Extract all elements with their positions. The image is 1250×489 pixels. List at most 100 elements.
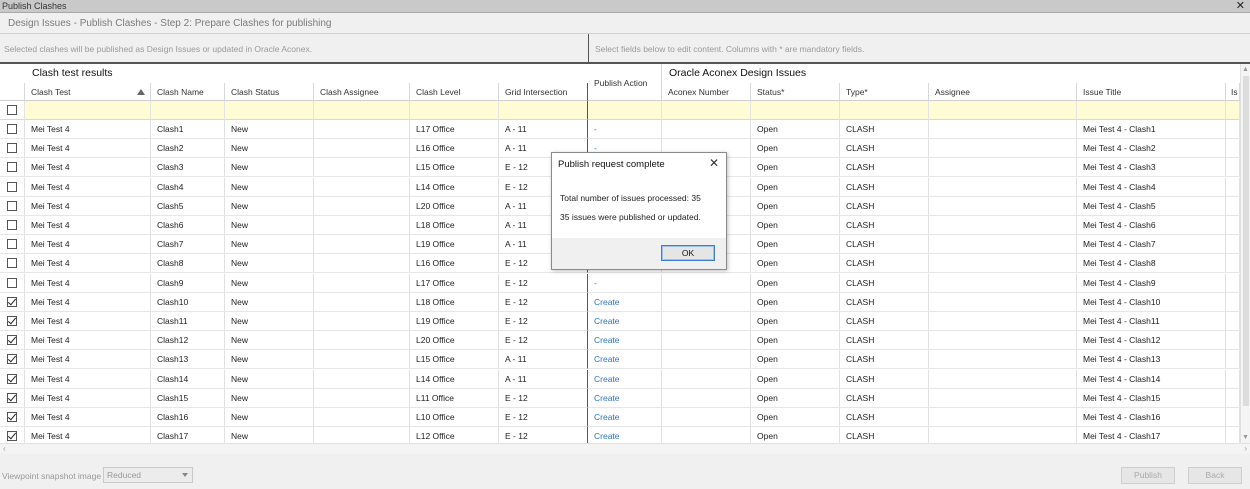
cell-checkbox xyxy=(0,408,25,427)
cell-publish-action[interactable]: Create xyxy=(588,292,662,312)
horizontal-scrollbar[interactable]: ‹ › xyxy=(0,443,1250,454)
cell-extra xyxy=(1226,158,1240,178)
column-header-status[interactable]: Status* xyxy=(751,83,840,101)
filter-cell[interactable] xyxy=(1226,101,1240,120)
vertical-scrollbar[interactable]: ▲ ▼ xyxy=(1240,64,1250,443)
publish-button[interactable]: Publish xyxy=(1121,467,1175,484)
cell-publish-action[interactable]: Create xyxy=(588,312,662,331)
filter-cell[interactable] xyxy=(151,101,225,120)
cell-issue-title: Mei Test 4 - Clash2 xyxy=(1077,139,1226,159)
cell-status: Open xyxy=(751,273,840,293)
cell-clash-assignee xyxy=(314,158,410,178)
cell-status: Open xyxy=(751,408,840,427)
cell-publish-action[interactable]: - xyxy=(588,273,662,293)
column-header-grid-intersection[interactable]: Grid Intersection xyxy=(499,83,588,101)
column-header-type[interactable]: Type* xyxy=(840,83,929,101)
row-checkbox[interactable] xyxy=(7,200,17,211)
row-checkbox-checked[interactable] xyxy=(7,354,17,365)
cell-clash-status: New xyxy=(225,196,314,216)
row-checkbox-checked[interactable] xyxy=(7,412,17,422)
column-header-clash-status[interactable]: Clash Status xyxy=(225,83,314,101)
scroll-right-icon[interactable]: › xyxy=(1244,444,1247,453)
row-checkbox-checked[interactable] xyxy=(7,335,17,346)
row-checkbox[interactable] xyxy=(7,181,17,192)
row-checkbox[interactable] xyxy=(7,124,17,134)
column-header-clash-name[interactable]: Clash Name xyxy=(151,83,225,101)
scroll-left-icon[interactable]: ‹ xyxy=(3,444,6,453)
filter-cell[interactable] xyxy=(25,101,151,120)
column-header-clash-assignee[interactable]: Clash Assignee xyxy=(314,83,410,101)
row-checkbox-checked[interactable] xyxy=(7,392,17,403)
cell-clash-name: Clash9 xyxy=(151,273,225,293)
column-header-clash-test[interactable]: Clash Test xyxy=(25,83,151,101)
row-checkbox[interactable] xyxy=(7,162,17,173)
row-checkbox[interactable] xyxy=(7,258,17,269)
filter-cell[interactable] xyxy=(840,101,929,120)
table-row[interactable]: Mei Test 4 Clash9 New L17 Office E - 12- Open… xyxy=(0,273,1240,293)
table-row[interactable]: Mei Test 4 Clash10 New L18 Office E - 12 Crea… xyxy=(0,292,1240,312)
row-checkbox-checked[interactable] xyxy=(7,316,17,326)
filter-cell[interactable] xyxy=(314,101,410,120)
table-row[interactable]: Mei Test 4 Clash16 New L10 Office E - 12 Crea… xyxy=(0,408,1240,427)
table-row[interactable]: Mei Test 4 Clash11 New L19 Office E - 12 Crea… xyxy=(0,312,1240,331)
filter-cell[interactable] xyxy=(225,101,314,120)
cell-extra xyxy=(1226,369,1240,389)
cell-extra xyxy=(1226,177,1240,197)
column-header-clash-level[interactable]: Clash Level xyxy=(410,83,499,101)
filter-cell[interactable] xyxy=(499,101,588,120)
dialog-ok-button[interactable]: OK xyxy=(661,245,715,261)
column-header-assignee[interactable]: Assignee xyxy=(929,83,1077,101)
filter-cell[interactable] xyxy=(1077,101,1226,120)
snapshot-select[interactable]: Reduced xyxy=(103,467,193,483)
row-checkbox[interactable] xyxy=(7,220,17,230)
select-all-checkbox[interactable] xyxy=(7,105,17,115)
cell-clash-status: New xyxy=(225,312,314,331)
cell-publish-action[interactable]: - xyxy=(588,120,662,139)
table-row[interactable]: Mei Test 4 Clash17 New L12 Office E - 12 Crea… xyxy=(0,427,1240,443)
table-row[interactable]: Mei Test 4 Clash15 New L11 Office E - 12 Crea… xyxy=(0,388,1240,408)
scroll-up-icon[interactable]: ▲ xyxy=(1242,66,1249,73)
cell-clash-status: New xyxy=(225,408,314,427)
table-row[interactable]: Mei Test 4 Clash1 New L17 Office A - 11- Open… xyxy=(0,120,1240,139)
row-checkbox-checked[interactable] xyxy=(7,296,17,307)
cell-clash-level: L15 Office xyxy=(410,158,499,178)
filter-cell[interactable] xyxy=(588,101,662,120)
table-row[interactable]: Mei Test 4 Clash13 New L15 Office A - 11 Crea… xyxy=(0,350,1240,370)
cell-publish-action[interactable]: Create xyxy=(588,369,662,389)
scroll-down-icon[interactable]: ▼ xyxy=(1242,434,1249,441)
cell-assignee xyxy=(929,139,1077,159)
column-header-publish-action[interactable]: Publish Action xyxy=(588,64,662,101)
cell-extra xyxy=(1226,292,1240,312)
filter-cell[interactable] xyxy=(410,101,499,120)
cell-type: CLASH xyxy=(840,139,929,159)
cell-publish-action[interactable]: Create xyxy=(588,408,662,427)
cell-publish-action[interactable]: Create xyxy=(588,331,662,351)
column-header-aconex-number[interactable]: Aconex Number xyxy=(662,83,751,101)
row-checkbox[interactable] xyxy=(7,143,17,154)
cell-clash-status: New xyxy=(225,216,314,235)
table-row[interactable]: Mei Test 4 Clash14 New L14 Office A - 11 Crea… xyxy=(0,369,1240,389)
filter-cell[interactable] xyxy=(929,101,1077,120)
cell-status: Open xyxy=(751,254,840,274)
row-checkbox[interactable] xyxy=(7,239,17,250)
cell-publish-action[interactable]: Create xyxy=(588,350,662,370)
scroll-thumb[interactable] xyxy=(1243,76,1249,406)
row-checkbox-checked[interactable] xyxy=(7,373,17,384)
back-button[interactable]: Back xyxy=(1188,467,1242,484)
cell-status: Open xyxy=(751,216,840,235)
row-checkbox[interactable] xyxy=(7,277,17,288)
cell-checkbox xyxy=(0,139,25,159)
column-header-extra[interactable]: Is xyxy=(1226,83,1240,101)
filter-cell[interactable] xyxy=(751,101,840,120)
column-header-issue-title[interactable]: Issue Title xyxy=(1077,83,1226,101)
window-titlebar: Publish Clashes ✕ xyxy=(0,0,1250,13)
window-close-icon[interactable]: ✕ xyxy=(1236,0,1245,12)
cell-publish-action[interactable]: Create xyxy=(588,388,662,408)
cell-publish-action[interactable]: Create xyxy=(588,427,662,443)
cell-clash-assignee xyxy=(314,139,410,159)
dialog-close-icon[interactable]: ✕ xyxy=(709,156,719,170)
row-checkbox-checked[interactable] xyxy=(7,431,17,442)
table-row[interactable]: Mei Test 4 Clash12 New L20 Office E - 12 Crea… xyxy=(0,331,1240,351)
sort-ascending-icon xyxy=(137,89,145,95)
filter-cell[interactable] xyxy=(662,101,751,120)
